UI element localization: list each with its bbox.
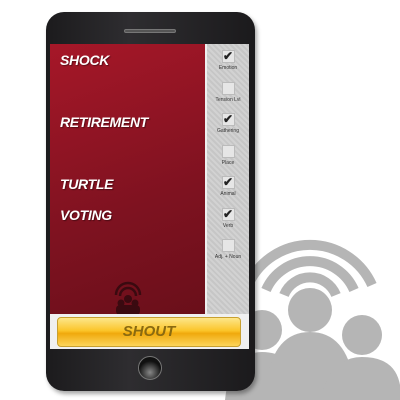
word-display: Shock Retirement Turtle Voting (50, 44, 205, 315)
category-option[interactable]: ✔ Gathering (207, 113, 249, 134)
option-label: Place (221, 159, 235, 166)
crowd-logo-icon (114, 281, 142, 315)
category-option[interactable]: Tension Lvl (207, 81, 249, 103)
checkbox[interactable]: ✔ (221, 206, 235, 221)
word-item: Shock (60, 52, 110, 68)
checkmark-icon: ✔ (222, 175, 234, 189)
checkbox[interactable]: ✔ (221, 112, 235, 126)
home-button[interactable] (138, 356, 162, 380)
option-label: Verb (222, 222, 234, 229)
category-option[interactable]: ✔ Emotion (207, 50, 249, 71)
word-item: Voting (60, 207, 112, 223)
checkbox[interactable]: ✔ (221, 49, 235, 63)
word-item: Retirement (60, 114, 149, 130)
option-label: Gathering (217, 128, 239, 134)
category-option[interactable]: Place (207, 144, 249, 166)
option-label: Adj. + Noun (214, 254, 242, 260)
option-label: Tension Lvl (215, 96, 241, 103)
checkmark-icon: ✔ (222, 206, 234, 221)
checkmark-icon: ✔ (222, 112, 234, 126)
category-option[interactable]: Adj. + Noun (207, 239, 249, 260)
category-option[interactable]: ✔ Verb (207, 206, 249, 229)
shout-bar: SHOUT (50, 314, 249, 349)
option-label: Animal (220, 191, 236, 197)
phone-screen: Shock Retirement Turtle Voting ✔ Emotion T… (50, 44, 249, 349)
phone-frame: Shock Retirement Turtle Voting ✔ Emotion T… (46, 12, 255, 391)
checkbox[interactable] (221, 239, 235, 252)
checkbox[interactable]: ✔ (221, 175, 235, 189)
speaker-grille (124, 29, 176, 33)
checkbox[interactable] (221, 81, 235, 95)
category-option[interactable]: ✔ Animal (207, 176, 249, 197)
option-label: Emotion (218, 65, 238, 71)
word-item: Turtle (60, 176, 114, 192)
shout-button[interactable]: SHOUT (57, 317, 241, 347)
checkbox[interactable] (221, 144, 235, 158)
category-panel: ✔ Emotion Tension Lvl ✔ Gathering Place ✔ Anima… (205, 44, 249, 314)
checkmark-icon: ✔ (222, 49, 234, 63)
